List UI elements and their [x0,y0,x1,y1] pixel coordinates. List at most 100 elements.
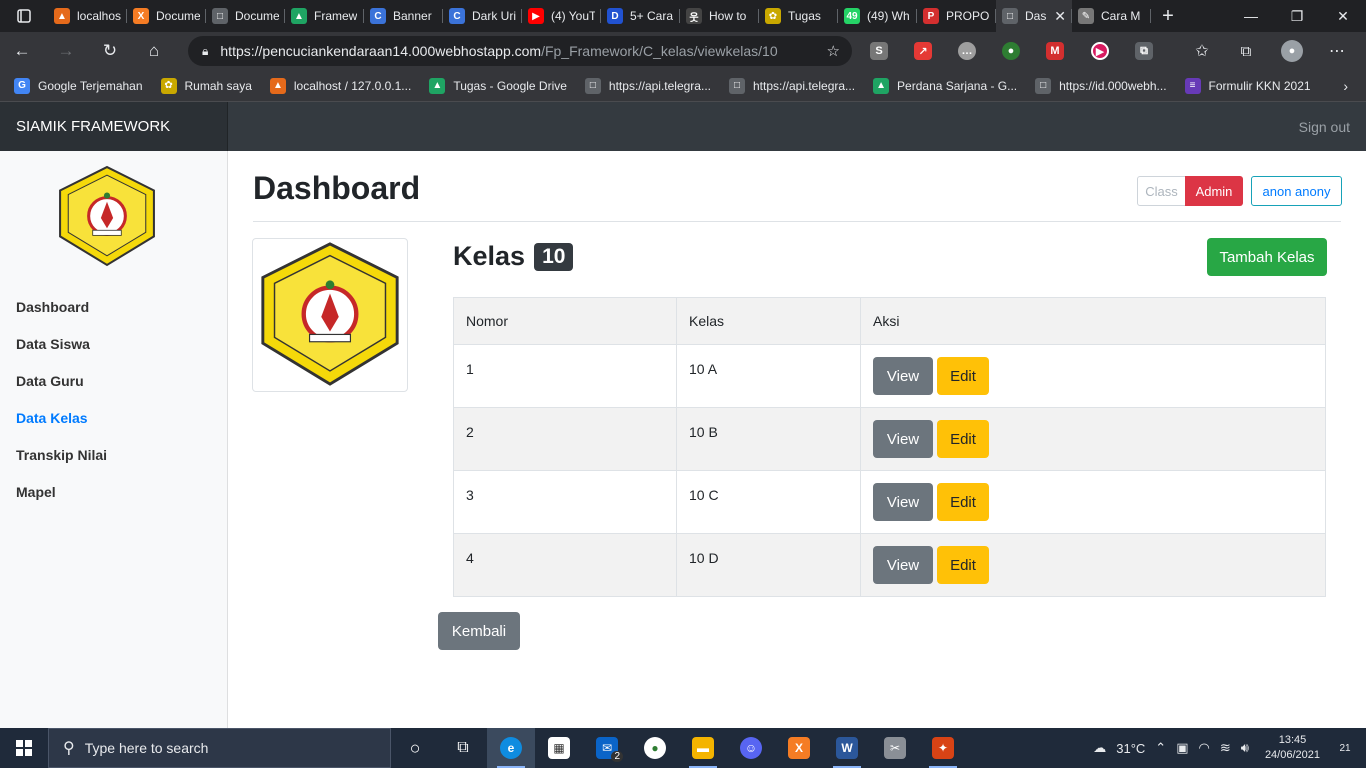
ext-record-icon[interactable]: ▶ [1085,36,1115,66]
favorite-star-icon[interactable]: ☆ [827,42,840,60]
close-tab-icon[interactable]: ✕ [1054,8,1066,25]
browser-tab[interactable]: 49 (49) Wh [838,0,917,32]
collections-icon[interactable]: ⧉ [1231,36,1261,66]
browser-tab[interactable]: C Banner [364,0,443,32]
role-admin-button[interactable]: Admin [1185,176,1243,206]
sidebar-item-data-guru[interactable]: Data Guru [16,373,84,389]
browser-tab[interactable]: □ Docume [206,0,285,32]
sign-out-link[interactable]: Sign out [1299,102,1350,151]
add-class-button[interactable]: Tambah Kelas [1207,238,1327,276]
meet-now-icon[interactable]: ▣ [1176,740,1188,756]
new-tab-icon[interactable]: + [1151,0,1185,32]
reload-icon[interactable]: ↻ [88,41,132,61]
bookmark-item[interactable]: ▲ Tugas - Google Drive [429,77,567,94]
wifi-icon[interactable]: ≋ [1220,740,1231,756]
edit-button[interactable]: Edit [937,420,989,458]
ext-puzzle-icon[interactable]: ⧉ [1129,36,1159,66]
browser-tab[interactable]: ▲ Framew [285,0,364,32]
maximize-icon[interactable]: ❐ [1274,0,1320,32]
task-view-icon[interactable]: ⧉ [439,728,487,768]
edit-button[interactable]: Edit [937,483,989,521]
view-button[interactable]: View [873,483,933,521]
edge-taskbar-icon[interactable]: e [487,728,535,768]
ext-globe-icon[interactable]: ● [996,36,1026,66]
view-button[interactable]: View [873,546,933,584]
weather-temp[interactable]: 31°C [1116,741,1145,756]
store-icon[interactable]: ▦ [535,728,583,768]
forward-icon[interactable]: → [44,41,88,61]
close-window-icon[interactable]: ✕ [1320,0,1366,32]
edit-button[interactable]: Edit [937,546,989,584]
bookmark-item[interactable]: G Google Terjemahan [14,77,143,94]
weather-icon[interactable]: ☁ [1093,740,1106,756]
bookmark-item[interactable]: □ https://api.telegra... [728,77,855,94]
browser-tab[interactable]: P PROPO [917,0,996,32]
network-icon[interactable]: ◠ [1198,740,1209,756]
browser-tab[interactable]: C Dark Uri [443,0,522,32]
sidebar-item-transkip-nilai[interactable]: Transkip Nilai [16,447,107,463]
bookmark-item[interactable]: ▲ localhost / 127.0.0.1... [269,77,411,94]
header-kelas: Kelas [676,297,861,345]
browser-tab[interactable]: ✿ Tugas [759,0,838,32]
start-button[interactable] [0,728,48,768]
vpn-icon[interactable]: ● [631,728,679,768]
ext-arrow-icon[interactable]: ↗ [908,36,938,66]
ext-mendeley-icon[interactable]: M [1040,36,1070,66]
tab-label: Tugas [788,9,821,23]
browser-tab[interactable]: ✎ Cara M [1072,0,1151,32]
tab-actions-icon[interactable] [0,0,48,32]
word-icon[interactable]: W [823,728,871,768]
ext-chat-icon[interactable]: … [952,36,982,66]
view-button[interactable]: View [873,420,933,458]
volume-icon[interactable]: 🔊︎ [1241,740,1249,756]
discord-icon[interactable]: ☺ [727,728,775,768]
search-icon: ⚲ [63,740,75,757]
back-button[interactable]: Kembali [438,612,520,650]
tab-favicon-icon: D [607,8,623,24]
lock-icon[interactable]: 🔒︎ [202,44,208,59]
view-button[interactable]: View [873,357,933,395]
browser-tab[interactable]: 웃 How to [680,0,759,32]
sidebar-item-mapel[interactable]: Mapel [16,484,56,500]
role-class-button[interactable]: Class [1137,176,1186,206]
xampp-icon[interactable]: X [775,728,823,768]
snipping-icon[interactable]: ✂ [871,728,919,768]
bookmark-item[interactable]: □ https://api.telegra... [584,77,711,94]
tray-overflow-icon[interactable]: ⌃ [1155,740,1166,756]
favorites-icon[interactable]: ✩ [1187,36,1217,66]
ext-s-icon[interactable]: S [864,36,894,66]
taskbar-search[interactable]: ⚲ Type here to search [48,728,391,768]
tab-label: Docume [156,9,200,23]
clock[interactable]: 13:45 24/06/2021 [1265,733,1320,763]
tab-label: Cara M [1101,9,1141,23]
bookmark-item[interactable]: □ https://id.000webh... [1035,77,1167,94]
bookmark-item[interactable]: ▲ Perdana Sarjana - G... [873,77,1017,94]
back-icon[interactable]: ← [0,41,44,61]
notifications-icon[interactable]: 21 [1334,737,1356,759]
sidebar-item-data-siswa[interactable]: Data Siswa [16,336,90,352]
browser-tab[interactable]: X Docume [127,0,206,32]
profile-avatar[interactable]: ● [1277,36,1307,66]
browser-toolbar: ← → ↻ ⌂ 🔒︎ https://pencuciankendaraan14.… [0,32,1366,70]
cortana-icon[interactable]: ○ [391,728,439,768]
menu-icon[interactable]: ⋯ [1322,36,1352,66]
browser-tab[interactable]: ▲ localhos [48,0,127,32]
user-button[interactable]: anon anony [1251,176,1342,206]
tool-icon[interactable]: ✦ [919,728,967,768]
sidebar-item-data-kelas[interactable]: Data Kelas [16,410,88,426]
browser-tab[interactable]: □ Das ✕ [996,0,1072,32]
edit-button[interactable]: Edit [937,357,989,395]
bookmarks-overflow-icon[interactable]: › [1343,78,1348,94]
brand[interactable]: SIAMIK FRAMEWORK [0,102,228,151]
browser-tab[interactable]: D 5+ Cara [601,0,680,32]
windows-taskbar: ⚲ Type here to search ○ ⧉ e ▦ ✉ 2 ● ▬ ☺ X… [0,728,1366,768]
file-explorer-icon[interactable]: ▬ [679,728,727,768]
bookmark-item[interactable]: ✿ Rumah saya [160,77,252,94]
home-icon[interactable]: ⌂ [132,41,176,61]
bookmark-item[interactable]: ≡ Formulir KKN 2021 [1184,77,1311,94]
sidebar-item-dashboard[interactable]: Dashboard [16,299,89,315]
minimize-icon[interactable]: — [1228,0,1274,32]
mail-icon[interactable]: ✉ 2 [583,728,631,768]
browser-tab[interactable]: ▶ (4) YouT [522,0,601,32]
address-bar[interactable]: 🔒︎ https://pencuciankendaraan14.000webho… [188,36,852,66]
